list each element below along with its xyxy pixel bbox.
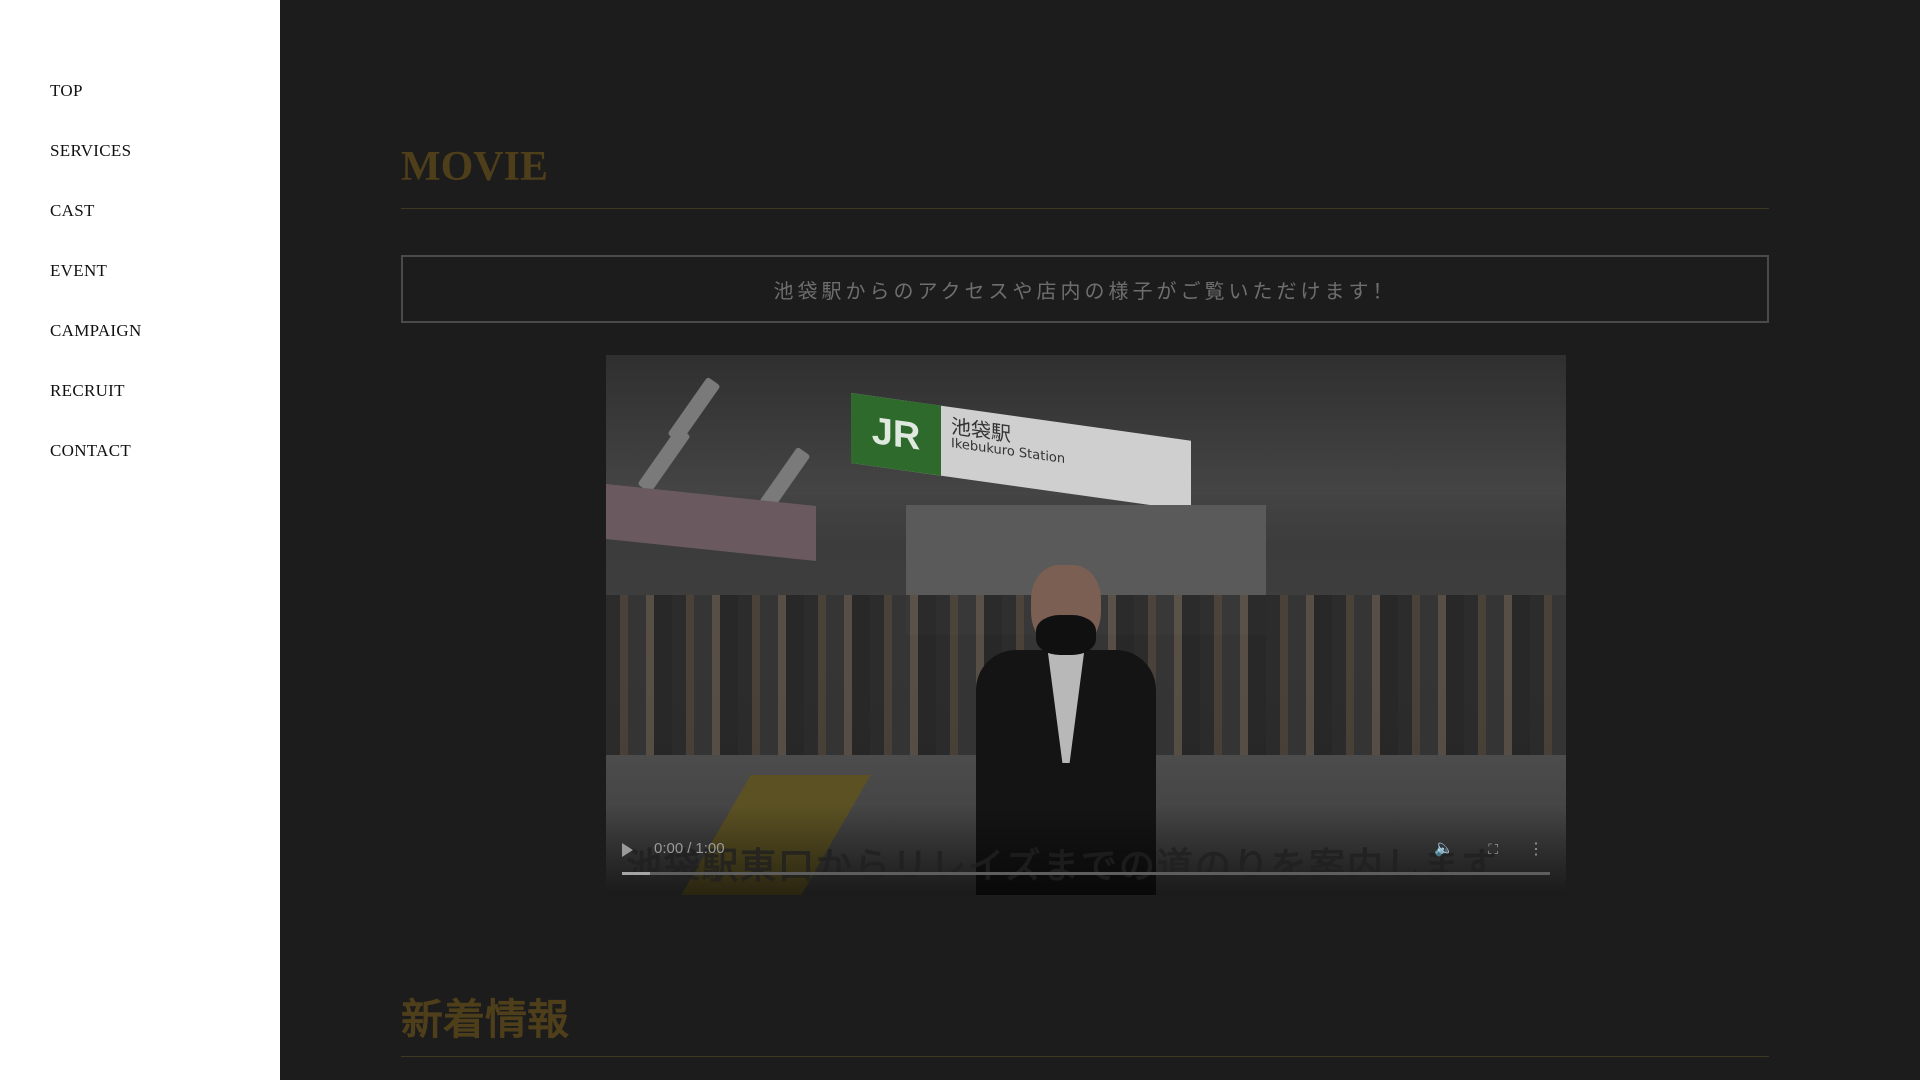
video-time-display: 0:00/1:00 [654, 840, 725, 857]
nav-item-top[interactable]: TOP [0, 76, 280, 136]
video-progress-bar[interactable] [622, 872, 1550, 875]
duration: 1:00 [695, 840, 725, 857]
store-banner [606, 483, 816, 562]
news-section-title: 新着情報 [401, 998, 570, 1044]
sidebar-nav: TOP SERVICES CAST EVENT CAMPAIGN RECRUIT… [0, 0, 280, 1080]
video-progress-fill [622, 872, 650, 875]
main-content: MOVIE 池袋駅からのアクセスや店内の様子がご覧いただけます！ JR 池袋駅 … [280, 0, 1920, 1080]
nav-item-recruit[interactable]: RECRUIT [0, 376, 280, 436]
presenter-mask [1036, 615, 1096, 655]
nav-item-contact[interactable]: CONTACT [0, 436, 280, 496]
movie-title-divider [401, 208, 1769, 209]
station-sign-text: 池袋駅 Ikebukuro Station [951, 414, 1065, 467]
volume-icon[interactable]: 🔈 [1434, 838, 1454, 858]
video-subtitle: 池袋駅東口からリレイズまでの道のりを案内します [626, 846, 1499, 887]
news-title-divider [401, 1056, 1769, 1057]
movie-section-title: MOVIE [401, 144, 548, 190]
news-section: 新着情報 [401, 1000, 1769, 1057]
current-time: 0:00 [654, 840, 684, 857]
nav-item-event[interactable]: EVENT [0, 256, 280, 316]
video-player[interactable]: JR 池袋駅 Ikebukuro Station 池袋駅東口からリレイズまでの道… [606, 355, 1566, 895]
movie-section: MOVIE [401, 146, 1769, 209]
more-vertical-icon[interactable]: ⋮ [1528, 839, 1544, 859]
nav-item-services[interactable]: SERVICES [0, 136, 280, 196]
movie-notice: 池袋駅からのアクセスや店内の様子がご覧いただけます！ [401, 255, 1769, 323]
nav-item-campaign[interactable]: CAMPAIGN [0, 316, 280, 376]
fullscreen-icon[interactable]: ⛶ [1488, 841, 1498, 858]
play-icon[interactable] [622, 843, 633, 857]
nav-item-cast[interactable]: CAST [0, 196, 280, 256]
jr-logo: JR [851, 393, 941, 476]
